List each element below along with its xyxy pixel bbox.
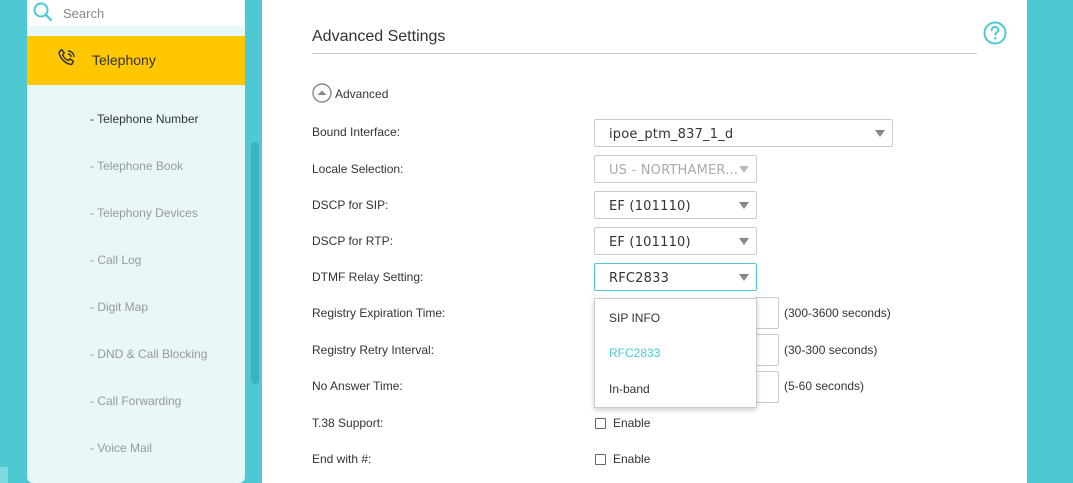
registry-expiration-unit: (300-3600 seconds) bbox=[784, 306, 891, 320]
dropdown-arrow-icon bbox=[739, 166, 749, 173]
registry-retry-input[interactable] bbox=[755, 334, 779, 366]
registry-expiration-label: Registry Expiration Time: bbox=[312, 306, 446, 320]
dropdown-arrow-icon bbox=[739, 238, 749, 245]
end-with-hash-label: End with #: bbox=[312, 452, 372, 466]
registry-retry-label: Registry Retry Interval: bbox=[312, 343, 435, 357]
dtmf-relay-label: DTMF Relay Setting: bbox=[312, 270, 424, 284]
t38-checkbox[interactable] bbox=[595, 418, 606, 429]
dropdown-arrow-icon bbox=[875, 130, 885, 137]
dscp-rtp-select[interactable]: EF (101110) bbox=[594, 227, 757, 255]
registry-expiration-input[interactable] bbox=[755, 297, 779, 329]
search-input[interactable] bbox=[61, 3, 235, 23]
sidebar-item-telephone-book[interactable]: - Telephone Book bbox=[90, 159, 183, 173]
no-answer-unit: (5-60 seconds) bbox=[784, 379, 865, 393]
select-value: RFC2833 bbox=[609, 271, 670, 286]
help-icon[interactable] bbox=[983, 21, 1007, 45]
dtmf-relay-select[interactable]: RFC2833 bbox=[594, 263, 757, 291]
no-answer-input[interactable] bbox=[755, 371, 779, 403]
dropdown-option-rfc2833[interactable]: RFC2833 bbox=[609, 346, 660, 360]
background-strip bbox=[0, 467, 8, 483]
select-value: EF (101110) bbox=[609, 199, 691, 214]
sidebar-item-label: Telephony bbox=[92, 52, 156, 68]
page-title: Advanced Settings bbox=[312, 28, 446, 45]
end-with-hash-checkbox[interactable] bbox=[595, 454, 606, 465]
dropdown-arrow-icon bbox=[739, 202, 749, 209]
registry-retry-unit: (30-300 seconds) bbox=[784, 343, 878, 357]
sidebar-item-telephony[interactable]: Telephony bbox=[27, 36, 245, 85]
select-value: US - NORTHAMER... bbox=[609, 163, 739, 178]
t38-enable-label[interactable]: Enable bbox=[613, 416, 650, 430]
bound-interface-label: Bound Interface: bbox=[312, 125, 401, 139]
select-value: ipoe_ptm_837_1_d bbox=[609, 127, 734, 142]
search-icon bbox=[33, 2, 53, 22]
search-box[interactable] bbox=[27, 0, 244, 26]
dropdown-option-in-band[interactable]: In-band bbox=[609, 382, 650, 396]
end-with-hash-enable-label[interactable]: Enable bbox=[613, 452, 650, 466]
sidebar-item-call-forwarding[interactable]: - Call Forwarding bbox=[90, 394, 181, 408]
no-answer-label: No Answer Time: bbox=[312, 379, 403, 393]
phone-icon bbox=[58, 48, 75, 66]
select-value: EF (101110) bbox=[609, 235, 691, 250]
sidebar-item-telephone-number[interactable]: - Telephone Number bbox=[90, 112, 199, 126]
dscp-sip-select[interactable]: EF (101110) bbox=[594, 191, 757, 219]
dtmf-relay-dropdown: SIP INFO RFC2833 In-band bbox=[594, 298, 757, 408]
locale-selection-label: Locale Selection: bbox=[312, 162, 404, 176]
sidebar-item-dnd-call-blocking[interactable]: - DND & Call Blocking bbox=[90, 347, 207, 361]
sidebar-item-telephony-devices[interactable]: - Telephony Devices bbox=[90, 206, 198, 220]
sidebar-scrollbar[interactable] bbox=[251, 142, 259, 384]
bound-interface-select[interactable]: ipoe_ptm_837_1_d bbox=[594, 119, 893, 147]
sidebar-item-call-log[interactable]: - Call Log bbox=[90, 253, 141, 267]
dscp-rtp-label: DSCP for RTP: bbox=[312, 234, 393, 248]
title-divider bbox=[312, 53, 977, 54]
dropdown-arrow-icon bbox=[739, 274, 749, 281]
t38-label: T.38 Support: bbox=[312, 416, 384, 430]
locale-selection-select[interactable]: US - NORTHAMER... bbox=[594, 155, 757, 183]
dscp-sip-label: DSCP for SIP: bbox=[312, 198, 389, 212]
sidebar-item-digit-map[interactable]: - Digit Map bbox=[90, 300, 148, 314]
sidebar-item-voice-mail[interactable]: - Voice Mail bbox=[90, 441, 152, 455]
advanced-label: Advanced bbox=[335, 87, 389, 101]
chevron-up-icon bbox=[312, 83, 332, 103]
dropdown-option-sip-info[interactable]: SIP INFO bbox=[609, 311, 660, 325]
